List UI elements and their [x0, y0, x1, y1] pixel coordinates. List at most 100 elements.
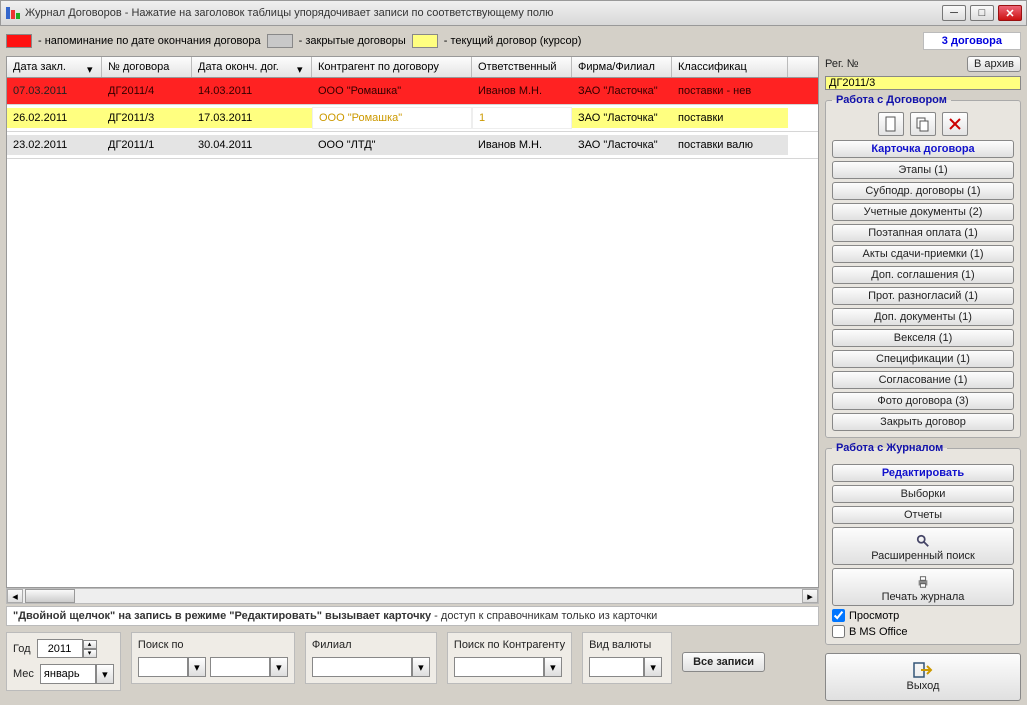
scroll-right-icon[interactable]: ▸ [802, 589, 818, 603]
currency-combo[interactable]: ▾ [589, 657, 665, 677]
print-journal-button[interactable]: Печать журнала [832, 568, 1014, 606]
minimize-button[interactable]: ─ [942, 5, 966, 21]
titlebar: Журнал Договоров - Нажатие на заголовок … [0, 0, 1027, 26]
year-input[interactable] [37, 639, 83, 658]
legend-yellow-label: - текущий договор (курсор) [444, 35, 582, 47]
contract-action-button[interactable]: Закрыть договор [832, 413, 1014, 431]
contract-action-button[interactable]: Этапы (1) [832, 161, 1014, 179]
legend-red-label: - напоминание по дате окончания договора [38, 35, 261, 47]
contract-actions-fieldset: Работа с Договором Карточка договораЭтап… [825, 94, 1021, 438]
branch-group: Филиал ▾ [305, 632, 437, 684]
col-responsible[interactable]: Ответственный [472, 57, 572, 77]
reports-button[interactable]: Отчеты [832, 506, 1014, 524]
month-input[interactable] [40, 664, 96, 684]
close-button[interactable]: ✕ [998, 5, 1022, 21]
table-cell: ДГ2011/1 [102, 135, 192, 155]
contract-action-button[interactable]: Согласование (1) [832, 371, 1014, 389]
branch-label: Филиал [312, 639, 430, 651]
col-number[interactable]: № договора [102, 57, 192, 77]
copy-doc-button[interactable] [910, 112, 936, 136]
search-label: Поиск по [138, 639, 288, 651]
contract-action-button[interactable]: Доп. документы (1) [832, 308, 1014, 326]
table-cell: поставки - нев [672, 81, 788, 101]
preview-label: Просмотр [849, 610, 899, 622]
table-row[interactable]: 26.02.2011ДГ2011/317.03.2011ООО "Ромашка… [7, 105, 818, 132]
chevron-down-icon[interactable]: ▾ [270, 657, 288, 677]
chevron-down-icon[interactable]: ▾ [188, 657, 206, 677]
table-cell: 26.02.2011 [7, 108, 102, 128]
scroll-thumb[interactable] [25, 589, 75, 603]
chevron-down-icon[interactable]: ▾ [412, 657, 430, 677]
exit-button[interactable]: Выход [825, 653, 1021, 701]
table-row[interactable]: 07.03.2011ДГ2011/414.03.2011ООО "Ромашка… [7, 78, 818, 105]
currency-group: Вид валюты ▾ [582, 632, 672, 684]
contract-action-button[interactable]: Поэтапная оплата (1) [832, 224, 1014, 242]
legend-row: - напоминание по дате окончания договора… [6, 30, 1021, 52]
search-k-combo[interactable]: ▾ [454, 657, 565, 677]
delete-doc-button[interactable] [942, 112, 968, 136]
selections-button[interactable]: Выборки [832, 485, 1014, 503]
search-field-combo[interactable]: ▾ [138, 657, 206, 677]
table-cell: ООО "ЛТД" [312, 135, 472, 155]
chevron-down-icon[interactable]: ▾ [544, 657, 562, 677]
contract-action-button[interactable]: Прот. разногласий (1) [832, 287, 1014, 305]
table-row[interactable]: 23.02.2011ДГ2011/130.04.2011ООО "ЛТД"Ива… [7, 132, 818, 159]
branch-combo[interactable]: ▾ [312, 657, 430, 677]
swatch-yellow [412, 34, 438, 48]
contract-action-button[interactable]: Фото договора (3) [832, 392, 1014, 410]
hint-rest: - доступ к справочникам только из карточ… [431, 610, 657, 622]
currency-label: Вид валюты [589, 639, 665, 651]
exit-label: Выход [907, 680, 940, 692]
month-combo[interactable]: ▾ [40, 664, 114, 684]
col-end-date[interactable]: Дата оконч. дог.▾ [192, 57, 312, 77]
contract-action-button[interactable]: Учетные документы (2) [832, 203, 1014, 221]
year-stepper[interactable]: ▴▾ [37, 639, 97, 658]
preview-checkbox[interactable]: Просмотр [832, 609, 1014, 622]
table-cell: 1 [472, 107, 572, 129]
search-value-combo[interactable]: ▾ [210, 657, 288, 677]
new-doc-button[interactable] [878, 112, 904, 136]
swatch-grey [267, 34, 293, 48]
chevron-down-icon[interactable]: ▾ [644, 657, 662, 677]
maximize-button[interactable]: □ [970, 5, 994, 21]
msoffice-checkbox[interactable]: В MS Office [832, 625, 1014, 638]
window-title: Журнал Договоров - Нажатие на заголовок … [25, 7, 938, 19]
print-journal-label: Печать журнала [882, 591, 965, 603]
table-cell: ЗАО "Ласточка" [572, 108, 672, 128]
scroll-left-icon[interactable]: ◂ [7, 589, 23, 603]
table-header: Дата закл.▾ № договора Дата оконч. дог.▾… [7, 57, 818, 78]
table-body: 07.03.2011ДГ2011/414.03.2011ООО "Ромашка… [7, 78, 818, 587]
table-cell: ООО "Ромашка" [312, 81, 472, 101]
contract-action-button[interactable]: Спецификации (1) [832, 350, 1014, 368]
table-cell: поставки валю [672, 135, 788, 155]
col-class[interactable]: Классификац [672, 57, 788, 77]
all-records-button[interactable]: Все записи [682, 652, 765, 672]
col-date[interactable]: Дата закл.▾ [7, 57, 102, 77]
year-up-icon[interactable]: ▴ [83, 640, 97, 649]
printer-icon [914, 575, 932, 589]
table-cell: поставки [672, 108, 788, 128]
x-icon [947, 116, 963, 132]
contract-action-button[interactable]: Субподр. договоры (1) [832, 182, 1014, 200]
month-label: Мес [13, 668, 34, 680]
archive-button[interactable]: В архив [967, 56, 1021, 72]
hint-bold: "Двойной щелчок" на запись в режиме "Ред… [13, 610, 431, 622]
side-panel: Рег. № В архив Работа с Договором Карточ… [825, 56, 1021, 701]
col-counterparty[interactable]: Контрагент по договору [312, 57, 472, 77]
table-cell: 17.03.2011 [192, 108, 312, 128]
contract-action-button[interactable]: Векселя (1) [832, 329, 1014, 347]
chevron-down-icon[interactable]: ▾ [96, 664, 114, 684]
table-cell: Иванов М.Н. [472, 81, 572, 101]
contract-action-button[interactable]: Акты сдачи-приемки (1) [832, 245, 1014, 263]
col-firm[interactable]: Фирма/Филиал [572, 57, 672, 77]
table-cell: ЗАО "Ласточка" [572, 81, 672, 101]
h-scrollbar[interactable]: ◂ ▸ [6, 588, 819, 604]
search-k-group: Поиск по Контрагенту ▾ [447, 632, 572, 684]
adv-search-label: Расширенный поиск [871, 550, 975, 562]
edit-button[interactable]: Редактировать [832, 464, 1014, 482]
contract-action-button[interactable]: Карточка договора [832, 140, 1014, 158]
contract-action-button[interactable]: Доп. соглашения (1) [832, 266, 1014, 284]
year-down-icon[interactable]: ▾ [83, 649, 97, 658]
adv-search-button[interactable]: Расширенный поиск [832, 527, 1014, 565]
reg-input[interactable] [825, 76, 1021, 90]
